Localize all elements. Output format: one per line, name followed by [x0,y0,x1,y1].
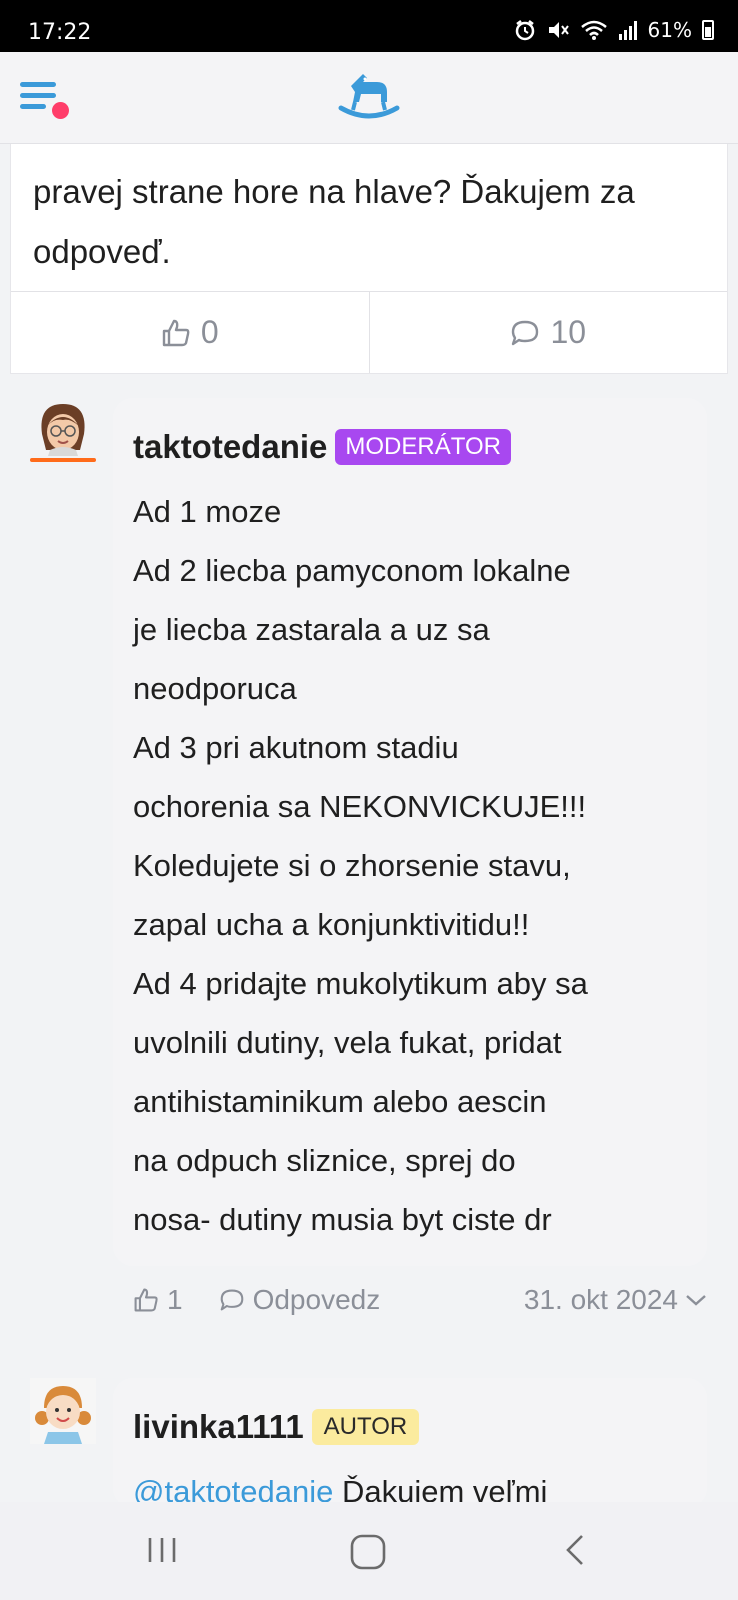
comment-bubble: taktotedanie MODERÁTOR Ad 1 moze Ad 2 li… [113,398,707,1266]
signal-icon [618,21,637,40]
thumbs-up-icon [162,319,190,346]
back-button[interactable] [560,1532,590,1568]
comment-header: livinka1111 AUTOR [133,1408,420,1446]
reply-label: Odpovedz [252,1284,381,1315]
recent-apps-button[interactable] [144,1532,180,1568]
post-actions: 0 10 [11,291,727,373]
status-bar: 17:22 61% [0,0,738,52]
comment-bubble: livinka1111 AUTOR @taktotedanie Ďakujem … [113,1378,707,1509]
avatar[interactable] [30,1378,96,1444]
comment-icon [512,320,539,345]
moderator-badge: MODERÁTOR [335,429,511,465]
reply-button[interactable]: Odpovedz [219,1284,381,1316]
status-time: 17:22 [28,20,92,45]
post-like-count: 0 [200,314,219,350]
post-comment-count: 10 [550,314,587,350]
comment-header: taktotedanie MODERÁTOR [133,428,511,466]
thumbs-up-icon [134,1288,158,1312]
comment-like-button[interactable]: 1 [133,1284,183,1316]
post-card: pravej strane hore na hlave? Ďakujem za … [10,144,728,374]
battery-percent: 61% [647,18,692,42]
avatar[interactable] [30,398,96,464]
notification-dot [52,102,69,119]
post-text: pravej strane hore na hlave? Ďakujem za … [33,173,635,270]
rocking-horse-logo[interactable] [337,68,401,124]
comment-meta: 1 Odpovedz 31. okt 2024 [133,1280,708,1320]
status-icons: 61% [514,18,714,42]
home-button[interactable] [348,1532,388,1572]
wifi-icon [580,20,607,40]
chevron-down-icon [686,1295,706,1306]
author-badge: AUTOR [311,1409,420,1445]
comment-text: Ad 1 moze Ad 2 liecba pamyconom lokalne … [133,494,588,1237]
app-header [0,52,738,144]
menu-button[interactable] [20,74,70,124]
alarm-icon [515,20,534,41]
battery-icon [702,20,714,40]
mute-icon [548,22,569,38]
post-comments-button[interactable]: 10 [368,292,728,373]
comment-date-toggle[interactable]: 31. okt 2024 [524,1284,708,1316]
comment-like-count: 1 [167,1284,183,1315]
comment-icon [220,1289,243,1311]
comment-date: 31. okt 2024 [523,1284,678,1315]
post-like-button[interactable]: 0 [11,292,369,373]
comment-username[interactable]: livinka1111 [133,1408,304,1446]
comment-username[interactable]: taktotedanie [133,428,327,466]
system-nav-bar [0,1502,738,1600]
